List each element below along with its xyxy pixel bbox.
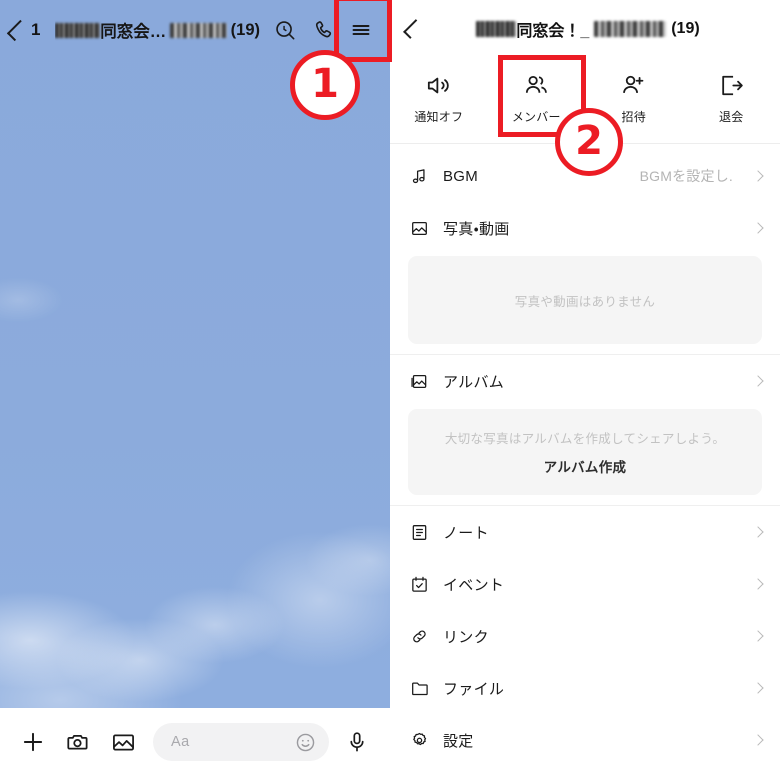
redacted-name-icon (476, 21, 517, 37)
action-label: 招待 (621, 110, 646, 124)
album-empty-state: 大切な写真はアルバムを作成してシェアしよう。 アルバム作成 (408, 409, 762, 495)
chat-input-bar: Aa (0, 708, 390, 776)
folder-icon (408, 677, 430, 699)
chevron-right-icon (752, 578, 764, 590)
chevron-right-icon (752, 170, 764, 182)
menu-row-link[interactable]: リンク (390, 610, 780, 662)
chat-mic-button[interactable] (336, 719, 378, 765)
speaker-mute-icon (428, 77, 449, 94)
unread-count-badge: 1 (31, 20, 41, 39)
gear-icon (408, 729, 430, 751)
chevron-right-icon (752, 375, 764, 387)
chevron-right-icon (752, 630, 764, 642)
menu-title: 同窓会！_ (19) (436, 17, 768, 41)
action-leave[interactable]: 退会 (683, 64, 780, 127)
chevron-right-icon (752, 682, 764, 694)
camera-icon (66, 734, 88, 750)
note-icon (408, 521, 430, 543)
menu-row-label: ファイル (443, 680, 505, 698)
menu-row-label: アルバム (443, 373, 505, 391)
calendar-check-icon (408, 573, 430, 595)
search-clock-icon (275, 20, 294, 39)
album-empty-text: 大切な写真はアルバムを作成してシェアしよう。 (444, 432, 726, 446)
exit-icon (722, 75, 743, 96)
message-input-placeholder: Aa (171, 734, 190, 750)
menu-row-settings[interactable]: 設定 (390, 714, 780, 766)
menu-title-count: (19) (671, 20, 700, 37)
action-label: 通知オフ (414, 110, 464, 124)
menu-row-label: ノート (443, 524, 489, 542)
menu-row-file[interactable]: ファイル (390, 662, 780, 714)
menu-back-button[interactable] (402, 7, 436, 51)
menu-row-label: 写真・動画 (443, 220, 510, 238)
menu-row-value: BGMを設定し. (639, 168, 733, 184)
chevron-right-icon (752, 734, 764, 746)
members-icon (525, 75, 547, 93)
plus-icon (23, 732, 43, 752)
menu-title-text: 同窓会！_ (516, 23, 590, 40)
action-label: 退会 (719, 110, 744, 124)
chat-back-button[interactable]: 1 (6, 19, 41, 41)
chevron-left-icon (6, 19, 29, 41)
image-icon (112, 734, 134, 750)
photos-empty-state: 写真や動画はありません (408, 256, 762, 344)
chat-title: 同窓会… (19) (55, 18, 260, 42)
action-label: メンバー (511, 110, 561, 124)
menu-row-note[interactable]: ノート (390, 506, 780, 558)
chat-search-button[interactable] (266, 8, 304, 52)
chat-header-actions (266, 8, 380, 52)
album-icon (408, 370, 430, 392)
link-icon (408, 625, 430, 647)
chat-menu-button[interactable] (342, 8, 380, 52)
photo-icon (408, 217, 430, 239)
chevron-right-icon (752, 526, 764, 538)
redacted-date-icon (594, 21, 667, 37)
menu-row-event[interactable]: イベント (390, 558, 780, 610)
person-add-icon (623, 75, 644, 94)
photos-empty-text: 写真や動画はありません (514, 294, 656, 309)
menu-row-label: リンク (443, 628, 489, 646)
chat-add-button[interactable] (12, 719, 54, 765)
chat-camera-button[interactable] (57, 719, 99, 765)
chevron-left-icon (403, 19, 423, 39)
hamburger-menu-icon (352, 25, 370, 35)
menu-row-photos-videos[interactable]: 写真・動画 (390, 202, 780, 254)
music-note-icon (408, 165, 430, 187)
menu-row-label: 設定 (443, 732, 474, 750)
screenshot-root: 1 同窓会… (19) Aa 同窓会！_ (19) 通知オフ メンバー 招待 退… (0, 0, 780, 776)
chat-title-count: (19) (230, 20, 260, 39)
action-notification-off[interactable]: 通知オフ (390, 64, 488, 127)
create-album-button[interactable]: アルバム作成 (544, 456, 627, 476)
annotation-step-1: 1 (290, 50, 360, 120)
smiley-icon[interactable] (294, 731, 317, 754)
redacted-date-icon (170, 22, 227, 38)
phone-icon (315, 20, 331, 37)
chat-title-text: 同窓会… (100, 23, 167, 41)
group-menu-list: BGM BGMを設定し. 写真・動画 写真や動画はありません アルバム 大切な写… (390, 150, 780, 766)
annotation-step-2: 2 (555, 108, 623, 176)
chat-gallery-button[interactable] (102, 719, 144, 765)
menu-row-album[interactable]: アルバム (390, 355, 780, 407)
menu-row-label: イベント (443, 576, 505, 594)
menu-header: 同窓会！_ (19) (390, 0, 780, 58)
chevron-right-icon (752, 222, 764, 234)
chat-call-button[interactable] (304, 8, 342, 52)
redacted-name-icon (55, 22, 101, 38)
microphone-icon (350, 732, 364, 752)
message-input[interactable]: Aa (153, 723, 329, 761)
